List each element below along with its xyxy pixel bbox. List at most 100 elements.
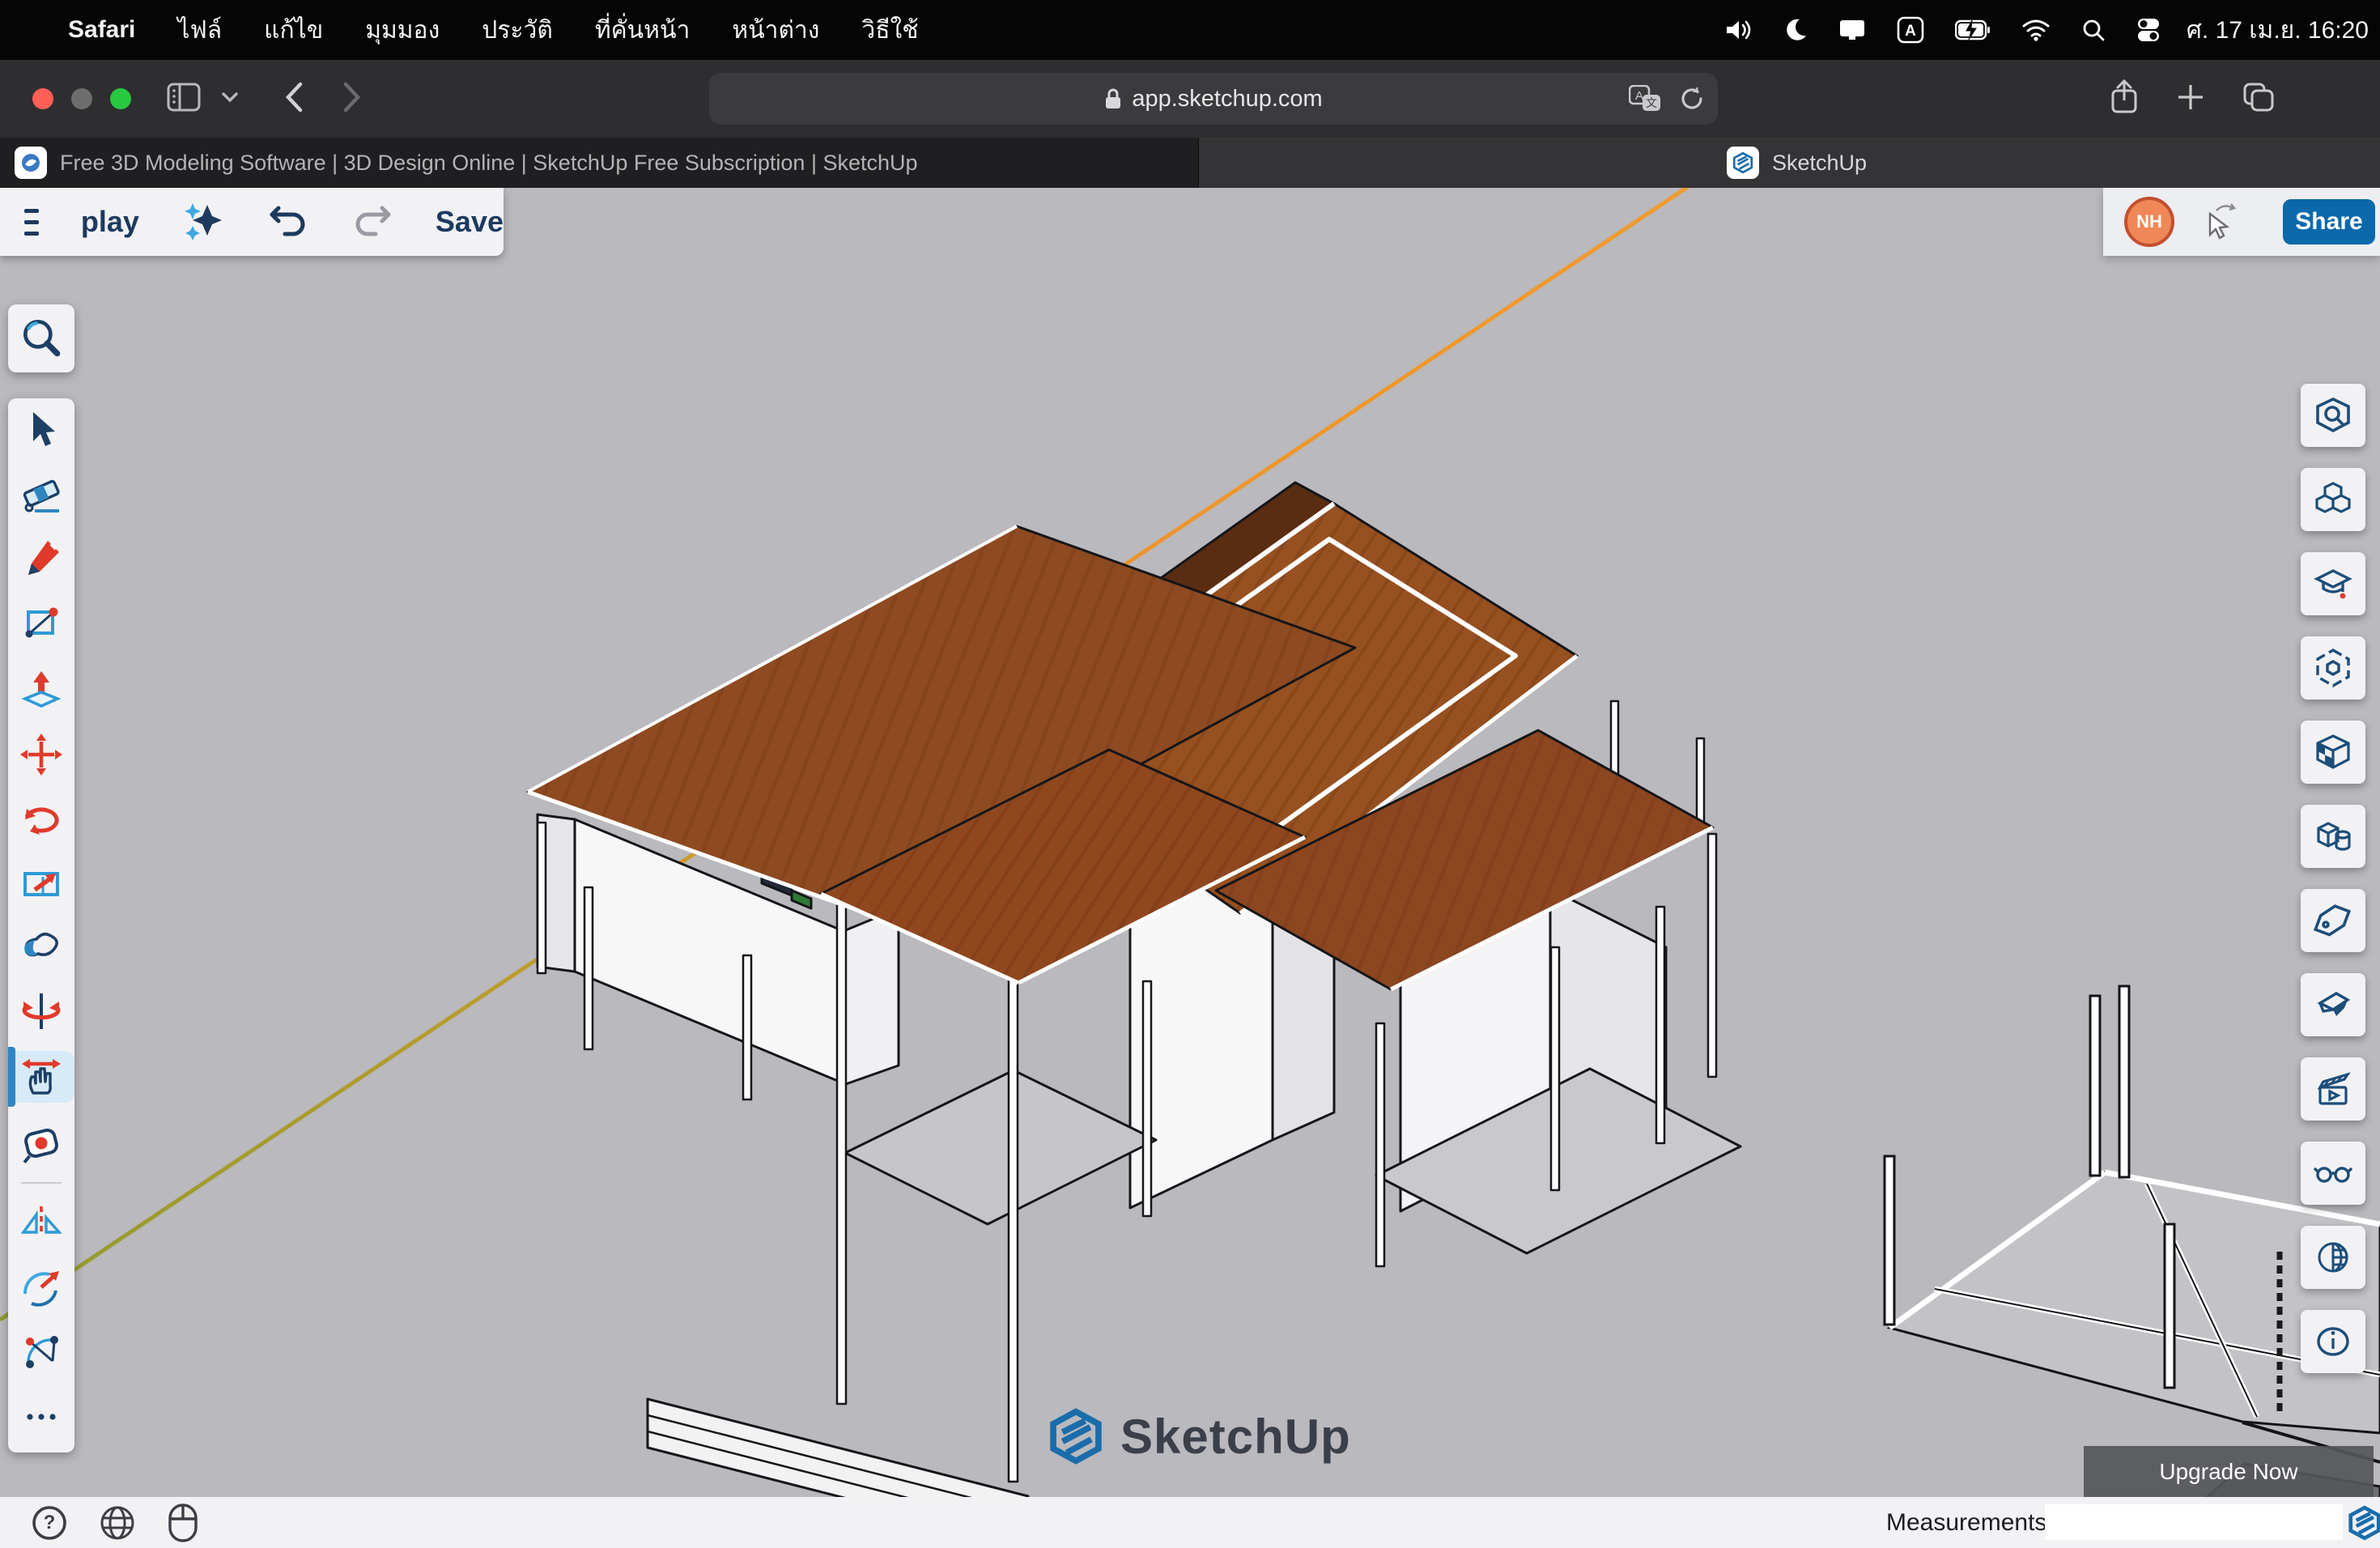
arcs-tool[interactable] bbox=[8, 1261, 74, 1313]
sketchup-logo-icon bbox=[1049, 1407, 1103, 1465]
url-text: app.sketchup.com bbox=[1132, 86, 1322, 113]
search-icon[interactable] bbox=[2081, 18, 2106, 42]
measurements-input[interactable] bbox=[2045, 1504, 2343, 1540]
panel-components[interactable] bbox=[2301, 468, 2365, 531]
watermark-label: SketchUp bbox=[1120, 1409, 1351, 1465]
panel-styles[interactable] bbox=[2301, 636, 2365, 700]
display-icon[interactable] bbox=[1838, 18, 1866, 42]
menu-edit[interactable]: แก้ไข bbox=[243, 11, 344, 49]
panel-search-model[interactable] bbox=[2301, 384, 2365, 447]
menu-history[interactable]: ประวัติ bbox=[461, 11, 574, 49]
sidebar-toggle-icon[interactable] bbox=[167, 83, 201, 116]
scale-tool[interactable] bbox=[8, 857, 74, 909]
translate-icon[interactable]: A文 bbox=[1629, 85, 1661, 113]
input-source-icon[interactable]: A bbox=[1897, 16, 1924, 44]
tab-favicon bbox=[15, 147, 47, 179]
orbit-tool[interactable] bbox=[8, 985, 74, 1037]
moon-icon[interactable] bbox=[1783, 18, 1808, 42]
house-model bbox=[528, 483, 1740, 1545]
mouse-cursor-icon bbox=[2199, 199, 2247, 245]
tab-title: Free 3D Modeling Software | 3D Design On… bbox=[60, 151, 918, 176]
selected-tool-indicator bbox=[8, 1047, 15, 1107]
save-button[interactable]: Save bbox=[436, 205, 504, 239]
svg-text:A: A bbox=[1635, 89, 1643, 103]
new-tab-icon[interactable] bbox=[2176, 83, 2205, 116]
select-tool[interactable] bbox=[8, 404, 74, 456]
rotate-tool[interactable] bbox=[8, 794, 74, 846]
volume-icon[interactable] bbox=[1723, 18, 1753, 42]
push-pull-tool[interactable] bbox=[8, 665, 74, 717]
screen: Safari ไฟล์ แก้ไข มุมมอง ประวัติ ที่คั่น… bbox=[0, 0, 2380, 1548]
panel-display-glasses[interactable] bbox=[2301, 1142, 2365, 1205]
menu-view[interactable]: มุมมอง bbox=[344, 11, 461, 49]
tab-favicon bbox=[1727, 147, 1759, 179]
sketchup-logo-icon bbox=[2348, 1505, 2380, 1545]
battery-icon[interactable] bbox=[1955, 19, 1991, 40]
menubar-clock[interactable]: ศ. 17 เม.ย. 16:20 bbox=[2187, 11, 2369, 49]
tab-bar: Free 3D Modeling Software | 3D Design On… bbox=[0, 138, 2380, 188]
sketchup-watermark: SketchUp bbox=[1049, 1407, 1351, 1465]
share-page-icon[interactable] bbox=[2110, 79, 2139, 119]
control-center-icon[interactable] bbox=[2136, 17, 2161, 43]
reload-icon[interactable] bbox=[1679, 85, 1705, 113]
mouse-icon[interactable] bbox=[167, 1503, 199, 1543]
menu-bookmarks[interactable]: ที่คั่นหน้า bbox=[574, 11, 711, 49]
tab-sketchup-marketing[interactable]: Free 3D Modeling Software | 3D Design On… bbox=[0, 138, 1199, 188]
menu-file[interactable]: ไฟล์ bbox=[156, 11, 243, 49]
tab-title: SketchUp bbox=[1772, 151, 1867, 176]
safari-toolbar: app.sketchup.com A文 bbox=[0, 60, 2380, 138]
pencil-tool[interactable] bbox=[8, 533, 74, 585]
forward-button[interactable] bbox=[342, 81, 363, 117]
redo-button[interactable] bbox=[351, 202, 393, 243]
panel-scenes[interactable] bbox=[2301, 1057, 2365, 1121]
eraser-tool[interactable] bbox=[8, 470, 74, 522]
flip-tool[interactable] bbox=[8, 1195, 74, 1247]
move-tool[interactable] bbox=[8, 729, 74, 780]
measurements-label: Measurements bbox=[1886, 1509, 2046, 1537]
sidebar-chevron-icon[interactable] bbox=[220, 91, 240, 108]
menu-safari[interactable]: Safari bbox=[47, 16, 156, 44]
ai-sparkles-icon[interactable] bbox=[181, 198, 225, 246]
panel-tags[interactable] bbox=[2301, 889, 2365, 952]
tool-rail bbox=[8, 398, 74, 1452]
tool-divider bbox=[21, 1182, 62, 1184]
panel-3d-warehouse[interactable] bbox=[2301, 805, 2365, 868]
panel-materials[interactable] bbox=[2301, 721, 2365, 784]
menu-help[interactable]: วิธีใช้ bbox=[840, 11, 939, 49]
svg-text:文: 文 bbox=[1646, 96, 1657, 109]
upgrade-now-button[interactable]: Upgrade Now bbox=[2084, 1446, 2374, 1497]
bezier-tool[interactable] bbox=[8, 1325, 74, 1377]
undo-button[interactable] bbox=[267, 202, 309, 243]
share-button[interactable]: Share bbox=[2283, 199, 2375, 245]
svg-text:?: ? bbox=[44, 1512, 56, 1533]
zoom-search-tool[interactable] bbox=[8, 304, 74, 372]
help-icon[interactable]: ? bbox=[31, 1504, 68, 1542]
window-close-button[interactable] bbox=[32, 88, 53, 109]
window-zoom-button[interactable] bbox=[110, 88, 131, 109]
panel-instructor[interactable] bbox=[2301, 552, 2365, 615]
play-button[interactable]: play bbox=[81, 205, 139, 239]
shapes-tool[interactable] bbox=[8, 597, 74, 649]
sketchup-toolbar: play Save bbox=[0, 188, 504, 256]
panel-soften-edges[interactable] bbox=[2301, 973, 2365, 1036]
address-bar[interactable]: app.sketchup.com A文 bbox=[709, 73, 1718, 125]
panel-model-info[interactable] bbox=[2301, 1310, 2365, 1373]
language-globe-icon[interactable] bbox=[99, 1504, 136, 1542]
avatar[interactable]: NH bbox=[2124, 197, 2174, 247]
wifi-icon[interactable] bbox=[2021, 19, 2051, 41]
paint-bucket-tool[interactable] bbox=[8, 921, 74, 973]
macos-menubar: Safari ไฟล์ แก้ไข มุมมอง ประวัติ ที่คั่น… bbox=[0, 0, 2380, 60]
account-share-bar: NH Share bbox=[2103, 188, 2380, 256]
pan-tool[interactable] bbox=[8, 1051, 74, 1103]
tape-measure-tool[interactable] bbox=[8, 1117, 74, 1169]
window-minimize-button[interactable] bbox=[71, 88, 92, 109]
menu-window[interactable]: หน้าต่าง bbox=[711, 11, 840, 49]
panel-geo-location[interactable] bbox=[2301, 1226, 2365, 1289]
status-bar: ? Measurements bbox=[0, 1497, 2380, 1548]
back-button[interactable] bbox=[283, 81, 304, 117]
more-tools-button[interactable] bbox=[8, 1391, 74, 1443]
tab-overview-icon[interactable] bbox=[2242, 82, 2275, 117]
tab-sketchup-app[interactable]: SketchUp bbox=[1199, 138, 2380, 188]
main-menu-button[interactable] bbox=[24, 202, 39, 243]
svg-text:A: A bbox=[1905, 23, 1916, 40]
